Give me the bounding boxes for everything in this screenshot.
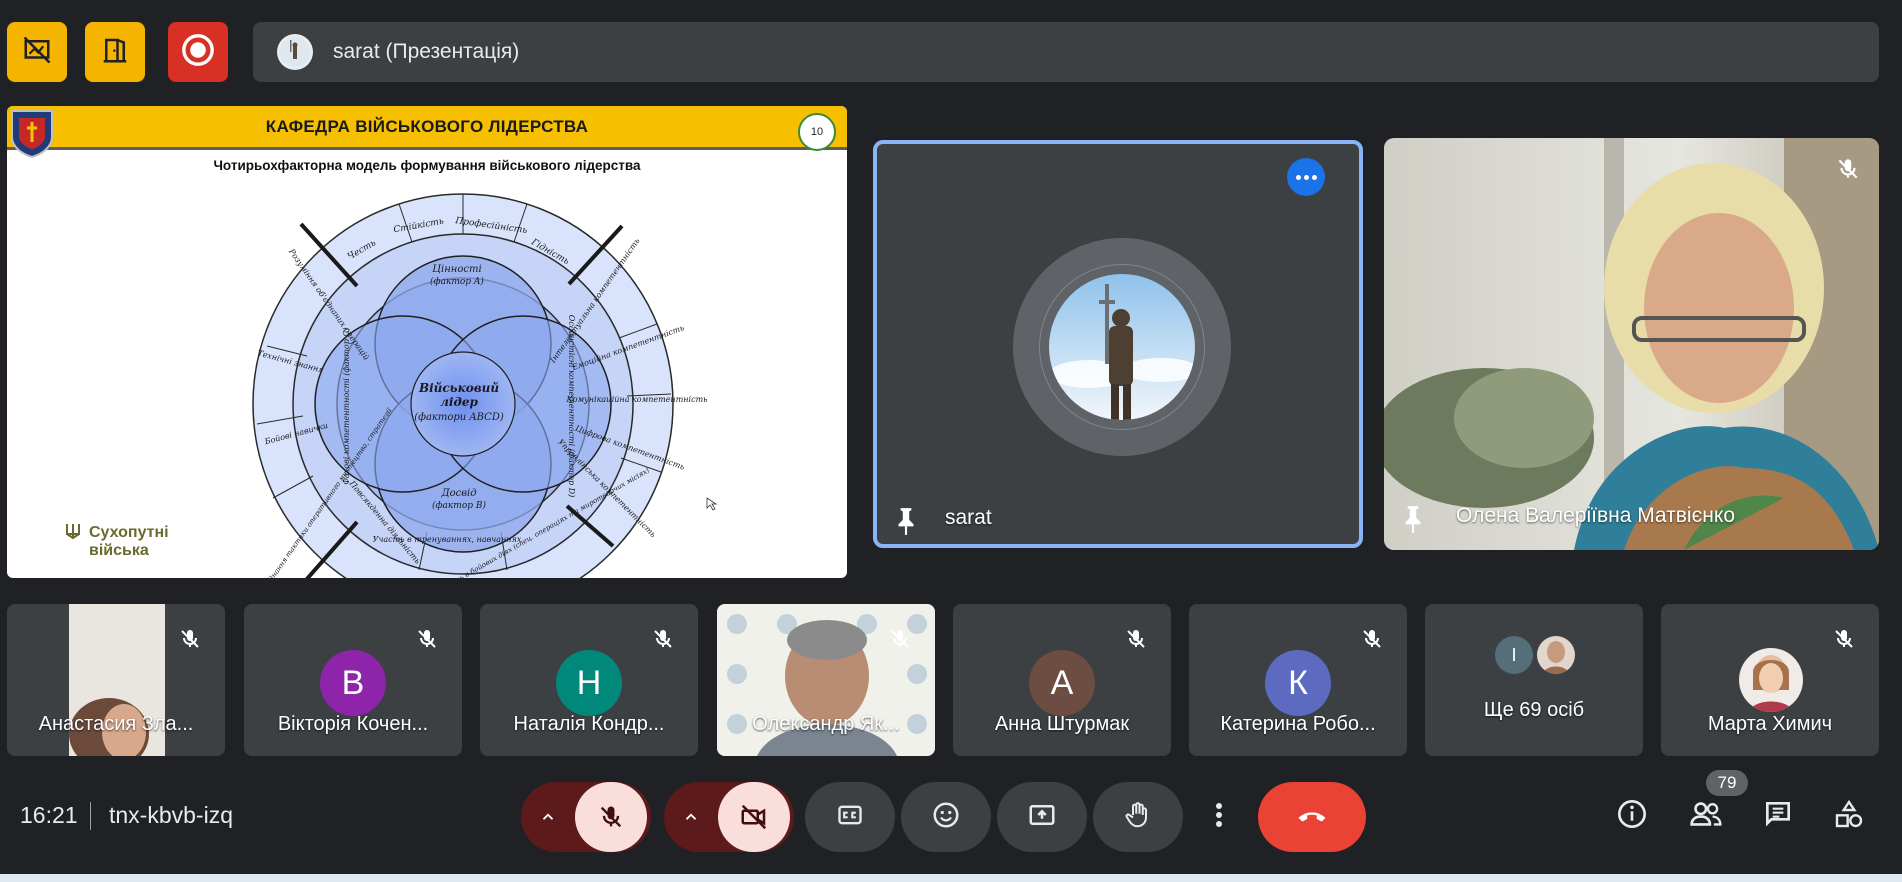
mic-off-icon [1357, 624, 1387, 654]
mic-off-icon [1121, 624, 1151, 654]
leave-call-button[interactable] [1258, 782, 1366, 852]
camera-control[interactable] [664, 782, 794, 852]
participant-name: Анна Штурмак [994, 713, 1130, 735]
meeting-info-button[interactable] [1612, 796, 1652, 836]
participant-video [1384, 138, 1879, 550]
more-participants-label: Ще 69 осіб [1483, 699, 1585, 721]
presentation-bar[interactable]: sarat (Презентація) [253, 22, 1879, 82]
leave-presentation-button[interactable] [85, 22, 145, 82]
participant-count-badge: 79 [1706, 770, 1748, 796]
participant-name: Олена Валеріївна Матвієнко [1456, 504, 1736, 527]
mic-toggle-button[interactable] [575, 782, 647, 852]
present-icon [1027, 800, 1057, 835]
present-screen-button[interactable] [997, 782, 1087, 852]
info-icon [1616, 798, 1648, 835]
mic-off-icon [648, 624, 678, 654]
chat-button[interactable] [1758, 796, 1798, 836]
participant-tile[interactable]: К Катерина Робо... [1189, 604, 1407, 756]
participant-name: Катерина Робо... [1220, 713, 1376, 735]
chevron-up-icon[interactable] [664, 808, 718, 826]
clock: 16:21 [20, 802, 78, 828]
divider [90, 802, 91, 830]
phone-hangup-icon [1294, 797, 1330, 838]
presenting-label: sarat (Презентація) [333, 40, 520, 63]
participant-tile[interactable]: Анастасия Зла... [7, 604, 225, 756]
mic-off-icon [1829, 624, 1859, 654]
center-label-1: Військовий [418, 381, 499, 395]
more-options-button[interactable] [1198, 782, 1240, 852]
presentation-slide: КАФЕДРА ВІЙСЬКОВОГО ЛІДЕРСТВА 10 Чотирьо… [7, 106, 847, 578]
captions-button[interactable] [805, 782, 895, 852]
meeting-code: tnx-kbvb-izq [109, 802, 233, 828]
hand-icon [1123, 800, 1153, 835]
participant-name: Наталія Кондр... [513, 713, 665, 735]
trident-icon [66, 524, 80, 540]
avatar: В [320, 650, 386, 716]
mic-off-icon [412, 624, 442, 654]
participant-tile[interactable]: Олександр Як... [717, 604, 935, 756]
mic-control[interactable] [521, 782, 651, 852]
hide-presentation-button[interactable] [7, 22, 67, 82]
participant-tile[interactable]: Марта Химич [1661, 604, 1879, 756]
record-icon [181, 33, 215, 72]
people-button[interactable] [1686, 796, 1726, 836]
recording-button[interactable] [168, 22, 228, 82]
shapes-icon [1833, 798, 1865, 835]
activities-button[interactable] [1829, 796, 1869, 836]
reactions-button[interactable] [901, 782, 991, 852]
factor-b-sub: (фактор B) [432, 500, 486, 511]
more-options-button[interactable] [1287, 158, 1325, 196]
participant-name: sarat [945, 506, 992, 529]
more-participants-tile[interactable]: I Ще 69 осіб [1425, 604, 1643, 756]
people-icon [1689, 798, 1723, 835]
bottom-strip [0, 874, 1902, 882]
avatar [1537, 636, 1575, 674]
avatar: Н [556, 650, 622, 716]
chevron-up-icon[interactable] [521, 808, 575, 826]
participant-name: Вікторія Кочен... [277, 713, 429, 735]
factor-b-label: Досвід [440, 488, 476, 499]
mic-off-icon [1833, 154, 1863, 184]
factor-a-label: Цінності [432, 264, 481, 275]
outer-bottom-1: Участь в тренуваннях, навчаннях [373, 535, 522, 544]
participant-name: Анастасия Зла... [38, 713, 194, 735]
mic-off-icon [885, 624, 915, 654]
pin-icon[interactable] [1400, 504, 1426, 539]
pin-icon[interactable] [893, 506, 919, 541]
captions-icon [836, 801, 864, 834]
raise-hand-button[interactable] [1093, 782, 1183, 852]
cursor-icon [706, 497, 718, 511]
emoji-icon [931, 800, 961, 835]
camera-toggle-button[interactable] [718, 782, 790, 852]
presentation-off-icon [22, 35, 52, 70]
participant-tile-sarat[interactable]: sarat [873, 140, 1363, 548]
slide-brand-line2: війська [89, 542, 149, 559]
participant-tile[interactable]: А Анна Штурмак [953, 604, 1171, 756]
more-vert-icon [1214, 800, 1224, 835]
center-label-2: лідер [440, 395, 478, 409]
slide-brand: Сухопутні війська [89, 524, 169, 560]
participant-tile[interactable]: Н Наталія Кондр... [480, 604, 698, 756]
mic-off-icon [175, 624, 205, 654]
outer-right-2: Комунікаційна компетентність [565, 395, 707, 404]
avatar [1049, 274, 1195, 420]
avatar: А [1029, 650, 1095, 716]
presenter-avatar [277, 34, 313, 70]
factor-a-sub: (фактор A) [430, 276, 484, 287]
chat-icon [1762, 798, 1794, 835]
avatar [1739, 648, 1803, 712]
participant-tile[interactable]: В Вікторія Кочен... [244, 604, 462, 756]
participant-name: Марта Химич [1707, 713, 1833, 735]
slide-brand-line1: Сухопутні [89, 524, 169, 541]
avatar: К [1265, 650, 1331, 716]
center-label-3: (фактори ABCD) [414, 412, 504, 423]
leadership-model-diagram: Військовий лідер (фактори ABCD) Цінності… [66, 193, 718, 578]
participant-name: Олександр Як... [752, 713, 900, 735]
avatar: I [1495, 636, 1533, 674]
participant-tile-olena[interactable]: Олена Валеріївна Матвієнко [1384, 138, 1879, 550]
door-icon [100, 35, 130, 70]
